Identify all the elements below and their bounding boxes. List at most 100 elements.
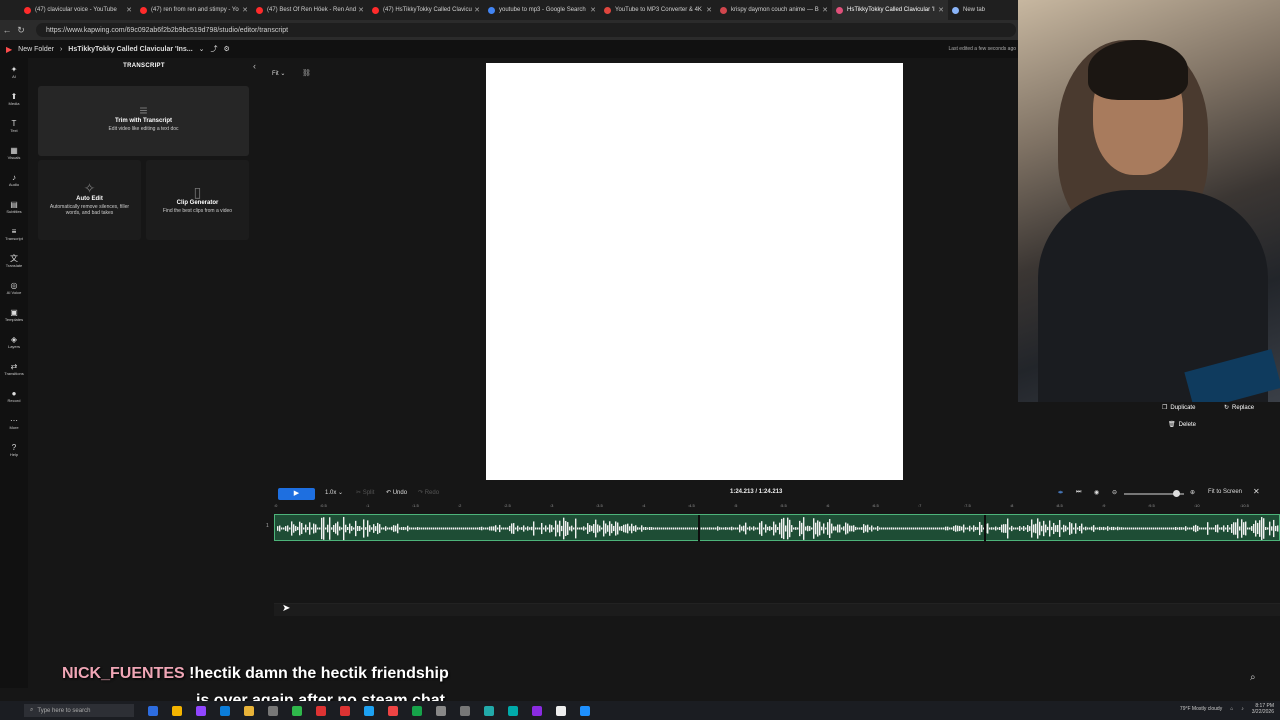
taskbar-app-icon[interactable] xyxy=(292,705,302,716)
replace-button[interactable]: ↻ Replace xyxy=(1224,404,1254,412)
close-tab-icon[interactable]: ✕ xyxy=(590,6,596,14)
close-tab-icon[interactable]: ✕ xyxy=(358,6,364,14)
rail-item-ai[interactable]: ✦ AI xyxy=(0,58,28,85)
taskbar-app-icon[interactable] xyxy=(268,705,278,716)
zoom-slider-thumb[interactable] xyxy=(1173,490,1181,497)
rail-item-record[interactable]: ● Record xyxy=(0,382,28,409)
loop-icon[interactable]: ◉ xyxy=(1094,489,1099,496)
waveform-bar xyxy=(379,524,381,533)
taskbar-app-icon[interactable] xyxy=(532,705,542,716)
search-icon[interactable]: ⌕ xyxy=(1250,672,1256,683)
waveform-bar xyxy=(303,527,305,530)
skip-end-icon[interactable]: ⏭ xyxy=(1076,489,1081,496)
address-bar[interactable]: https://www.kapwing.com/69c092ab6f2b2b9b… xyxy=(36,23,1016,37)
rail-item-layers[interactable]: ◈ Layers xyxy=(0,328,28,355)
project-title[interactable]: HsTikkyTokky Called Clavicular 'Ins... xyxy=(68,46,192,53)
rail-item-transitions[interactable]: ⇄ Transitions xyxy=(0,355,28,382)
delete-button[interactable]: 🗑 Delete xyxy=(1168,421,1196,429)
clock[interactable]: 8:17 PM 3/22/2026 xyxy=(1252,703,1274,715)
settings-icon[interactable]: ⚙ xyxy=(224,45,230,53)
chevron-down-icon[interactable]: ⌄ xyxy=(199,45,205,53)
undo-button[interactable]: ↶ Undo xyxy=(386,489,407,496)
taskbar-app-icon[interactable] xyxy=(436,705,446,716)
taskbar-app-icon[interactable] xyxy=(412,705,422,716)
timeline-scroll-row[interactable] xyxy=(274,603,1280,616)
waveform-bar xyxy=(823,523,825,534)
taskbar-app-icon[interactable] xyxy=(364,705,374,716)
rail-item-audio[interactable]: ♪ Audio xyxy=(0,166,28,193)
close-tab-icon[interactable]: ✕ xyxy=(126,6,132,14)
rail-item-ai-voice[interactable]: ◎ AI Voice xyxy=(0,274,28,301)
tab-favicon-icon xyxy=(836,6,843,14)
close-timeline-icon[interactable]: ✕ xyxy=(1253,487,1260,496)
taskbar-app-icon[interactable] xyxy=(484,705,494,716)
close-tab-icon[interactable]: ✕ xyxy=(938,6,944,14)
taskbar-app-icon[interactable] xyxy=(340,705,350,716)
waveform-bar xyxy=(1195,524,1197,533)
taskbar-app-icon[interactable] xyxy=(148,705,158,716)
browser-tab[interactable]: (47) Best Of Ren Höek - Ren And ✕ xyxy=(252,0,368,20)
rail-item-transcript[interactable]: ≡ Transcript xyxy=(0,220,28,247)
taskbar-app-icon[interactable] xyxy=(580,705,590,716)
taskbar-app-icon[interactable] xyxy=(244,705,254,716)
rail-item-visuals[interactable]: ▦ Visuals xyxy=(0,139,28,166)
redo-button[interactable]: ↷ Redo xyxy=(418,489,439,496)
link-icon[interactable]: ⛓ xyxy=(302,69,311,77)
clip-generator-card[interactable]: ▯ Clip Generator Find the best clips fro… xyxy=(146,160,249,240)
collapse-panel-icon[interactable]: ‹ xyxy=(253,61,256,71)
browser-tab[interactable]: YouTube to MP3 Converter & 4K ✕ xyxy=(600,0,716,20)
rail-item-templates[interactable]: ▣ Templates xyxy=(0,301,28,328)
taskbar-app-icon[interactable] xyxy=(388,705,398,716)
duplicate-button[interactable]: ❐ Duplicate xyxy=(1162,404,1195,412)
reload-icon[interactable]: ↻ xyxy=(14,25,28,36)
timeline-ruler[interactable]: :0:0.5:1:1.5:2:2.5:3:3.5:4:4.5:5:5.5:6:6… xyxy=(274,502,1280,512)
network-icon[interactable]: ⌂ xyxy=(1230,706,1233,712)
rail-item-text[interactable]: T Text xyxy=(0,112,28,139)
browser-tab[interactable]: (47) HsTikkyTokky Called Clavicu ✕ xyxy=(368,0,484,20)
clip-split-marker[interactable] xyxy=(697,515,700,542)
browser-tab[interactable]: HsTikkyTokky Called Clavicular 'I ✕ xyxy=(832,0,948,20)
speed-dropdown[interactable]: 1.0x ⌄ xyxy=(325,489,343,496)
taskbar-app-icon[interactable] xyxy=(172,705,182,716)
rail-item-subtitles[interactable]: ▤ Subtitles xyxy=(0,193,28,220)
taskbar-app-icon[interactable] xyxy=(460,705,470,716)
taskbar-search-box[interactable]: ⌕ Type here to search xyxy=(24,704,134,717)
clip-split-marker[interactable] xyxy=(984,515,987,542)
video-canvas[interactable] xyxy=(486,63,903,480)
magnet-icon[interactable]: ⇹ xyxy=(1058,489,1063,496)
browser-tab[interactable]: (47) ren from ren and stimpy - Yo ✕ xyxy=(136,0,252,20)
back-icon[interactable]: ← xyxy=(0,25,14,35)
rail-item-media[interactable]: ⬆ Media xyxy=(0,85,28,112)
zoom-slider[interactable] xyxy=(1124,490,1184,497)
play-button[interactable]: ▶ xyxy=(278,488,315,500)
browser-tab[interactable]: youtube to mp3 - Google Search ✕ xyxy=(484,0,600,20)
taskbar-app-icon[interactable] xyxy=(316,705,326,716)
close-tab-icon[interactable]: ✕ xyxy=(822,6,828,14)
close-tab-icon[interactable]: ✕ xyxy=(474,6,480,14)
weather-status[interactable]: 79°F Mostly cloudy xyxy=(1180,706,1222,712)
browser-tab[interactable]: (47) clavicular voice - YouTube ✕ xyxy=(20,0,136,20)
audio-track[interactable] xyxy=(274,514,1280,542)
close-tab-icon[interactable]: ✕ xyxy=(242,6,248,14)
export-icon[interactable]: ⤴ xyxy=(211,44,218,54)
rail-item-more[interactable]: ⋯ More xyxy=(0,409,28,436)
waveform-bar xyxy=(321,517,323,540)
volume-icon[interactable]: ♪ xyxy=(1241,706,1244,712)
folder-link[interactable]: New Folder xyxy=(18,46,54,53)
taskbar-app-icon[interactable] xyxy=(220,705,230,716)
rail-item-help[interactable]: ? Help xyxy=(0,436,28,463)
zoom-out-icon[interactable]: ⊖ xyxy=(1112,489,1117,496)
taskbar-app-icon[interactable] xyxy=(508,705,518,716)
zoom-in-icon[interactable]: ⊕ xyxy=(1190,489,1195,496)
fit-dropdown[interactable]: Fit ⌄ xyxy=(272,70,285,77)
close-tab-icon[interactable]: ✕ xyxy=(706,6,712,14)
kapwing-logo-icon[interactable]: ▶ xyxy=(6,45,12,54)
fit-to-screen-button[interactable]: Fit to Screen xyxy=(1208,489,1242,495)
split-button[interactable]: ✂ Split xyxy=(356,489,374,496)
trim-with-transcript-card[interactable]: ≡ Trim with Transcript Edit video like e… xyxy=(38,86,249,156)
rail-item-translate[interactable]: 文 Translate xyxy=(0,247,28,274)
auto-edit-card[interactable]: ✧ Auto Edit Automatically remove silence… xyxy=(38,160,141,240)
taskbar-app-icon[interactable] xyxy=(196,705,206,716)
browser-tab[interactable]: krispy daymon couch anime — B ✕ xyxy=(716,0,832,20)
taskbar-app-icon[interactable] xyxy=(556,705,566,716)
